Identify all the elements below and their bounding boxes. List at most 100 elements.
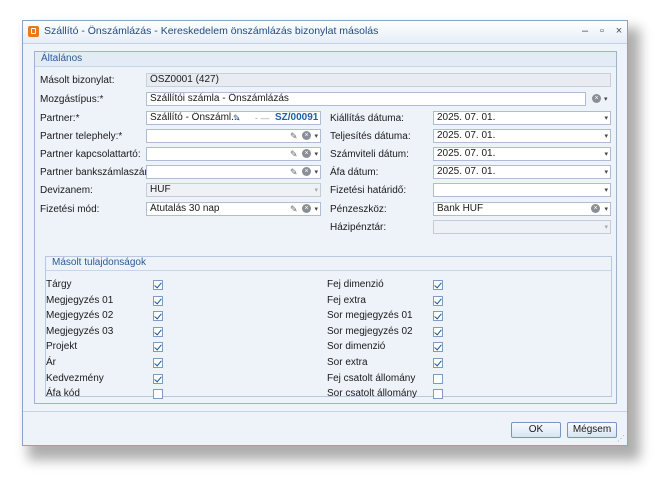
cancel-button[interactable]: Mégsem — [567, 422, 617, 438]
window-title: Szállító - Önszámlázás - Kereskedelem ön… — [44, 25, 379, 37]
resize-grip-icon[interactable]: ⋰ — [617, 434, 625, 443]
petty-cash-dropdown-icon: ▾ — [604, 224, 608, 231]
general-group: Általános Másolt bizonylat: ÖSZ0001 (427… — [34, 51, 617, 404]
payment-method-field[interactable]: Átutalás 30 nap ✎ × ▾ — [146, 202, 321, 216]
partner-site-clear-icon[interactable]: × — [302, 131, 311, 140]
property-label: Fej dimenzió — [327, 279, 384, 290]
property-label: Sor csatolt állomány — [327, 388, 418, 400]
payment-method-clear-icon[interactable]: × — [302, 204, 311, 213]
partner-contact-field[interactable]: ✎ × ▾ — [146, 147, 321, 161]
partner-contact-clear-icon[interactable]: × — [302, 149, 311, 158]
property-checkbox[interactable] — [153, 326, 163, 337]
title-bar[interactable]: Szállító - Önszámlázás - Kereskedelem ön… — [23, 21, 627, 44]
movement-type-field[interactable]: Szállítói számla - Önszámlázás — [146, 92, 586, 106]
issue-date-dropdown-icon[interactable]: ▾ — [604, 113, 608, 124]
partner-bank-account-field[interactable]: ✎ × ▾ — [146, 165, 321, 179]
currency-dropdown-icon: ▾ — [314, 187, 318, 194]
app-icon — [28, 26, 39, 37]
property-checkbox[interactable] — [153, 358, 163, 368]
cash-asset-value: Bank HUF — [437, 203, 484, 214]
property-checkbox[interactable] — [153, 342, 163, 353]
partner-contact-dropdown-icon[interactable]: ▾ — [314, 149, 318, 160]
vat-date-field[interactable]: 2025. 07. 01. ▾ — [433, 165, 611, 179]
cash-asset-label: Pénzeszköz: — [330, 204, 387, 215]
movement-type-label: Mozgástípus:* — [40, 94, 104, 105]
property-checkbox[interactable] — [433, 280, 443, 290]
currency-label: Devizanem: — [40, 185, 93, 196]
property-checkbox[interactable] — [433, 373, 443, 384]
property-label: Megjegyzés 01 — [46, 294, 114, 306]
partner-separator: - — — [255, 113, 270, 123]
dialog-window: Szállító - Önszámlázás - Kereskedelem ön… — [22, 20, 628, 446]
payment-method-edit-icon[interactable]: ✎ — [290, 203, 298, 215]
fulfillment-date-dropdown-icon[interactable]: ▾ — [604, 131, 608, 142]
property-label: Megjegyzés 03 — [46, 325, 114, 337]
property-checkbox[interactable] — [433, 389, 443, 400]
property-checkbox[interactable] — [153, 295, 163, 306]
copied-properties-divider — [46, 270, 611, 271]
accounting-date-label: Számviteli dátum: — [330, 149, 409, 160]
minimize-button[interactable]: – — [578, 24, 592, 38]
partner-edit-icon[interactable]: ✎ — [233, 112, 241, 124]
partner-bank-account-dropdown-icon[interactable]: ▾ — [314, 167, 318, 178]
fulfillment-date-field[interactable]: 2025. 07. 01. ▾ — [433, 129, 611, 143]
payment-method-value: Átutalás 30 nap — [150, 203, 220, 214]
movement-type-clear-icon[interactable]: × — [592, 94, 601, 103]
property-checkbox[interactable] — [153, 311, 163, 322]
partner-site-edit-icon[interactable]: ✎ — [290, 130, 298, 142]
property-checkbox[interactable] — [433, 326, 443, 337]
vat-date-dropdown-icon[interactable]: ▾ — [604, 167, 608, 178]
partner-bank-account-edit-icon[interactable]: ✎ — [290, 166, 298, 178]
currency-value: HUF — [150, 184, 171, 195]
payment-deadline-dropdown-icon[interactable]: ▾ — [604, 185, 608, 196]
footer-divider — [23, 411, 627, 412]
maximize-button[interactable]: ▫ — [595, 24, 609, 38]
copied-document-label: Másolt bizonylat: — [40, 75, 115, 86]
vat-date-label: Áfa dátum: — [330, 167, 379, 178]
property-label: Fej extra — [327, 294, 366, 306]
payment-method-dropdown-icon[interactable]: ▾ — [314, 204, 318, 215]
petty-cash-label: Házipénztár: — [330, 222, 387, 233]
partner-site-dropdown-icon[interactable]: ▾ — [314, 131, 318, 142]
cash-asset-field[interactable]: Bank HUF × ▾ — [433, 202, 611, 216]
property-checkbox[interactable] — [433, 311, 443, 322]
partner-bank-account-clear-icon[interactable]: × — [302, 167, 311, 176]
partner-contact-edit-icon[interactable]: ✎ — [290, 148, 298, 160]
fulfillment-date-label: Teljesítés dátuma: — [330, 131, 411, 142]
property-checkbox[interactable] — [433, 342, 443, 353]
partner-field[interactable]: Szállító - Önszáml... ✎ - — SZ/00091 — [146, 111, 321, 125]
ok-button[interactable]: OK — [511, 422, 561, 438]
property-checkbox[interactable] — [433, 295, 443, 306]
partner-label: Partner:* — [40, 113, 80, 124]
payment-deadline-field[interactable]: ▾ — [433, 183, 611, 197]
movement-type-value: Szállítói számla - Önszámlázás — [150, 93, 289, 104]
partner-site-label: Partner telephely:* — [40, 131, 123, 142]
issue-date-label: Kiállítás dátuma: — [330, 113, 404, 124]
property-label: Fej csatolt állomány — [327, 372, 416, 384]
close-button[interactable]: × — [612, 24, 626, 38]
accounting-date-value: 2025. 07. 01. — [437, 148, 496, 159]
property-label: Sor dimenzió — [327, 341, 386, 353]
payment-deadline-label: Fizetési határidő: — [330, 185, 407, 196]
issue-date-field[interactable]: 2025. 07. 01. ▾ — [433, 111, 611, 125]
partner-code: SZ/00091 — [275, 112, 319, 123]
property-checkbox[interactable] — [153, 280, 163, 290]
property-label: Projekt — [46, 341, 78, 353]
copied-document-value: ÖSZ0001 (427) — [150, 74, 219, 85]
issue-date-value: 2025. 07. 01. — [437, 112, 496, 123]
copied-document-field: ÖSZ0001 (427) — [146, 73, 611, 87]
property-checkbox[interactable] — [433, 358, 443, 368]
partner-site-field[interactable]: ✎ × ▾ — [146, 129, 321, 143]
accounting-date-dropdown-icon[interactable]: ▾ — [604, 149, 608, 160]
cash-asset-dropdown-icon[interactable]: ▾ — [604, 204, 608, 215]
general-header-label: Általános — [41, 53, 83, 64]
copied-properties-group: Másolt tulajdonságok Tárgy Megjegyzés 01 M… — [45, 256, 612, 400]
property-checkbox[interactable] — [153, 389, 163, 400]
movement-type-dropdown-icon[interactable]: ▾ — [604, 95, 608, 103]
property-label: Megjegyzés 02 — [46, 310, 114, 322]
accounting-date-field[interactable]: 2025. 07. 01. ▾ — [433, 147, 611, 161]
partner-contact-label: Partner kapcsolattartó: — [40, 149, 141, 160]
property-label: Sor megjegyzés 02 — [327, 325, 413, 337]
property-checkbox[interactable] — [153, 373, 163, 384]
cash-asset-clear-icon[interactable]: × — [591, 204, 600, 213]
